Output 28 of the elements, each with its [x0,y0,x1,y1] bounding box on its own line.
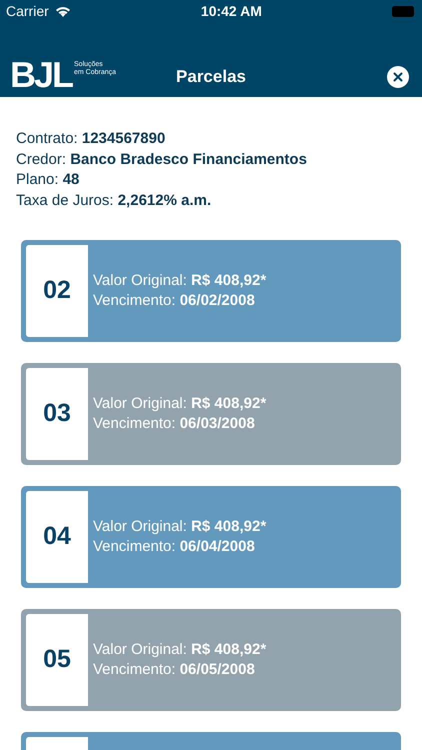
contract-detail: Taxa de Juros: 2,2612% a.m. [16,190,212,210]
page-title: Parcelas [176,66,246,88]
installment-number: 05 [43,644,71,676]
logo-letters: BJL [10,57,72,93]
close-button[interactable] [387,66,409,88]
contract-detail: Contrato: 1234567890 [16,129,166,149]
due-date: Vencimento: 06/03/2008 [93,414,256,434]
original-value: Valor Original: R$ 408,92* [93,640,266,660]
due-date: Vencimento: 06/02/2008 [93,291,256,311]
installment-number: 02 [43,275,71,306]
installment-number: 03 [43,398,71,430]
battery-icon [392,6,416,16]
original-value: Valor Original: R$ 408,92* [93,517,266,537]
carrier-label: Carrier [6,2,49,20]
close-icon [393,72,403,82]
due-date: Vencimento: 06/04/2008 [93,537,256,557]
original-value: Valor Original: R$ 408,92* [93,271,266,291]
contract-detail: Plano: 48 [16,170,80,190]
installment-card[interactable]: 05 Valor Original: R$ 408,92* Vencimento: 06/05/2008 [21,609,401,711]
installment-card[interactable]: 02 Valor Original: R$ 408,92* Vencimento: 06/02/2008 [21,240,401,342]
installment-card[interactable]: 04 Valor Original: R$ 408,92* Vencimento: 06/04/2008 [21,486,401,588]
wifi-icon [54,5,71,17]
installment-number: 04 [43,521,71,552]
due-date: Vencimento: 06/05/2008 [93,660,256,680]
clock: 10:42 AM [200,2,262,20]
installment-card[interactable]: 03 Valor Original: R$ 408,92* Vencimento: 06/03/2008 [21,363,401,465]
contract-detail: Credor: Banco Bradesco Financiamentos [16,150,308,170]
original-value: Valor Original: R$ 408,92* [93,394,266,414]
